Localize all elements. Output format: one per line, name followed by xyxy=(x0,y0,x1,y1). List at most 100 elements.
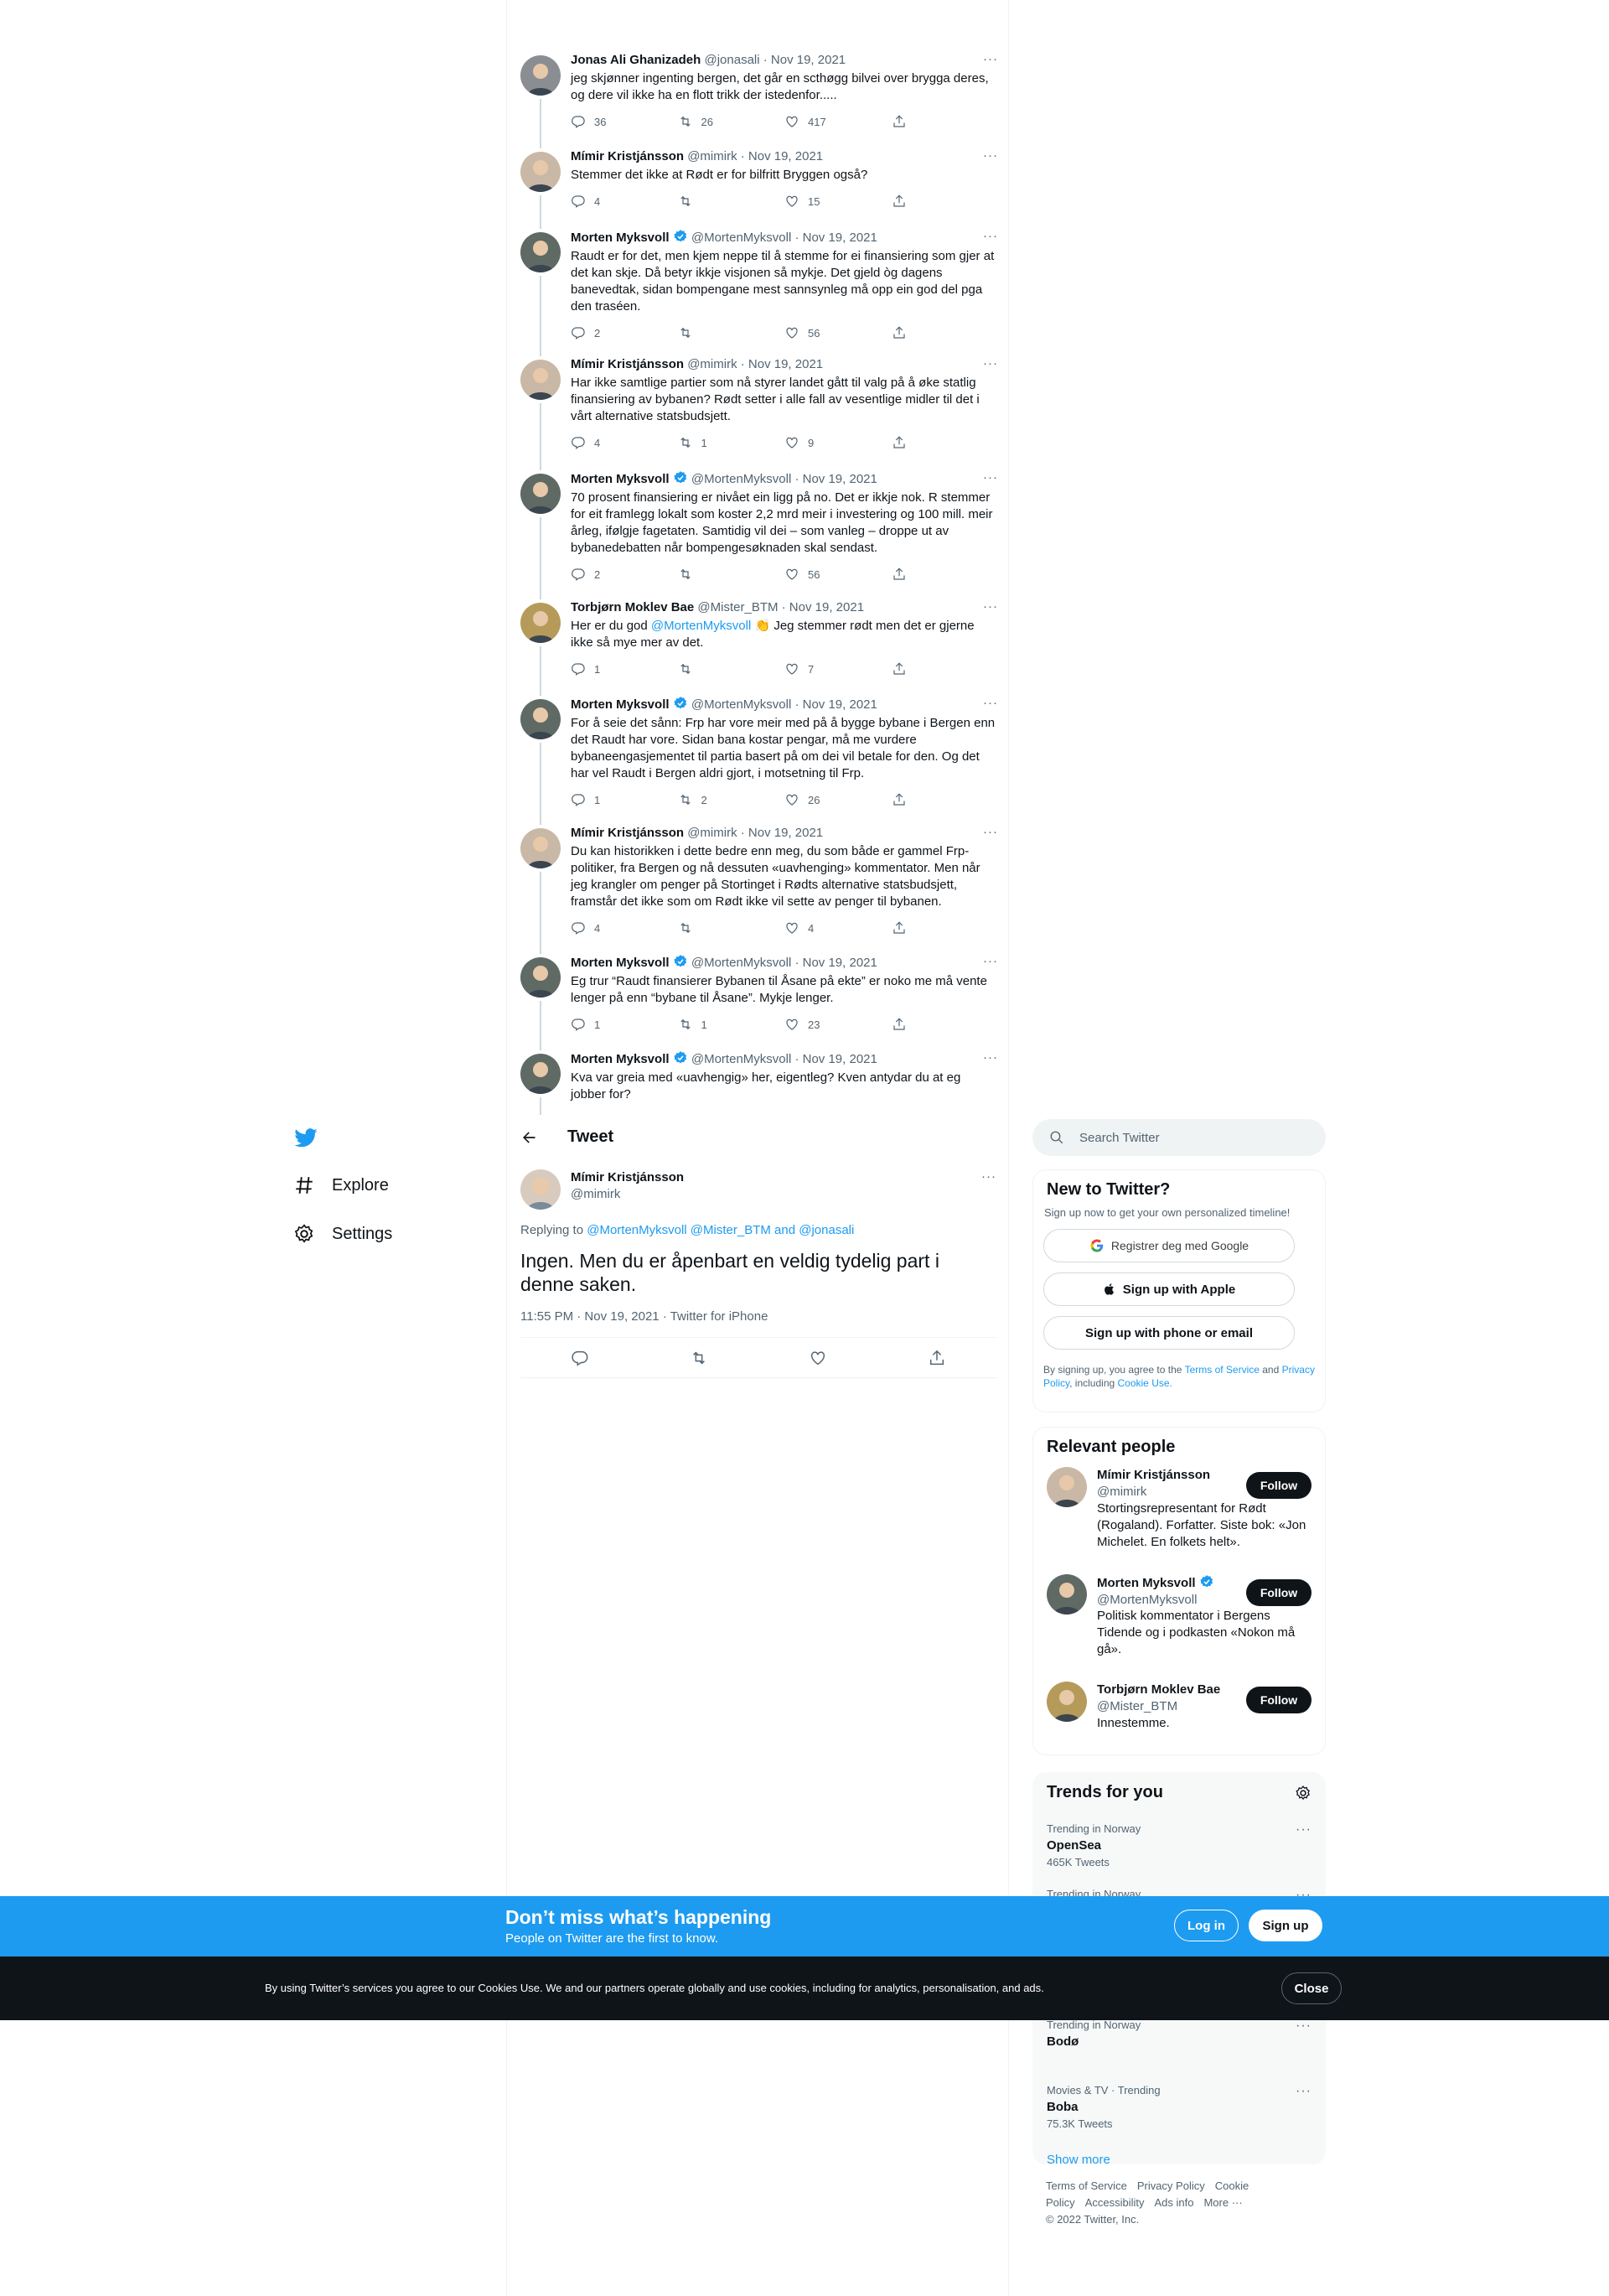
replying-mentions[interactable]: @MortenMyksvoll @Mister_BTM and @jonasal… xyxy=(587,1223,854,1237)
author-name[interactable]: Morten Myksvoll xyxy=(571,472,670,486)
author-name[interactable]: Morten Myksvoll xyxy=(571,1052,670,1066)
author-name[interactable]: Morten Myksvoll xyxy=(571,956,670,970)
share-button[interactable] xyxy=(892,920,999,936)
author-handle-date[interactable]: @jonasali · Nov 19, 2021 xyxy=(701,53,846,67)
person-handle[interactable]: @mimirk xyxy=(1097,1484,1210,1500)
more-icon[interactable]: ··· xyxy=(983,696,998,710)
like-button[interactable]: 4 xyxy=(784,920,892,936)
more-icon[interactable]: ··· xyxy=(983,229,998,243)
avatar[interactable] xyxy=(520,232,561,272)
avatar[interactable] xyxy=(520,828,561,868)
more-icon[interactable]: ··· xyxy=(981,1169,996,1184)
share-button[interactable] xyxy=(892,792,999,807)
author-handle-date[interactable]: @mimirk · Nov 19, 2021 xyxy=(684,357,823,371)
more-icon[interactable]: ··· xyxy=(1296,2019,1312,2034)
follow-button[interactable]: Follow xyxy=(1246,1472,1312,1499)
reply-button[interactable]: 1 xyxy=(571,792,678,807)
reply-icon[interactable] xyxy=(571,1349,589,1367)
share-button[interactable] xyxy=(892,435,999,450)
avatar[interactable] xyxy=(520,55,561,96)
follow-button[interactable]: Follow xyxy=(1246,1579,1312,1606)
phone-signup-button[interactable]: Sign up with phone or email xyxy=(1043,1316,1295,1350)
retweet-button[interactable] xyxy=(678,661,785,676)
signup-button[interactable]: Sign up xyxy=(1249,1910,1322,1941)
avatar[interactable] xyxy=(520,603,561,643)
login-button[interactable]: Log in xyxy=(1174,1910,1239,1941)
footer-link[interactable]: Accessibility xyxy=(1085,2196,1145,2209)
gear-icon[interactable] xyxy=(1295,1785,1312,1801)
person-handle[interactable]: @Mister_BTM xyxy=(1097,1698,1220,1715)
reply-button[interactable]: 1 xyxy=(571,1017,678,1032)
more-icon[interactable]: ··· xyxy=(983,825,998,839)
person-name[interactable]: Morten Myksvoll xyxy=(1097,1574,1214,1592)
author-name[interactable]: Mímir Kristjánsson xyxy=(571,357,684,371)
like-button[interactable]: 15 xyxy=(784,194,892,209)
person-name[interactable]: Torbjørn Moklev Bae xyxy=(1097,1682,1220,1698)
retweet-button[interactable]: 1 xyxy=(678,1017,785,1032)
avatar[interactable] xyxy=(520,1054,561,1094)
author-handle-date[interactable]: @Mister_BTM · Nov 19, 2021 xyxy=(694,600,864,614)
author-handle-date[interactable]: @MortenMyksvoll · Nov 19, 2021 xyxy=(688,1052,877,1066)
avatar[interactable] xyxy=(520,1169,561,1210)
more-icon[interactable]: ··· xyxy=(1296,1822,1312,1837)
avatar[interactable] xyxy=(520,152,561,192)
more-icon[interactable]: ··· xyxy=(1296,2084,1312,2099)
avatar[interactable] xyxy=(1047,1467,1087,1507)
relevant-person[interactable]: Torbjørn Moklev Bae @Mister_BTM Follow Inne… xyxy=(1033,1682,1325,1745)
avatar[interactable] xyxy=(1047,1574,1087,1614)
like-button[interactable]: 26 xyxy=(784,792,892,807)
retweet-button[interactable]: 2 xyxy=(678,792,785,807)
author-handle[interactable]: @mimirk xyxy=(571,1186,684,1203)
author-name[interactable]: Mímir Kristjánsson xyxy=(571,826,684,840)
retweet-button[interactable] xyxy=(678,567,785,582)
more-icon[interactable]: ··· xyxy=(983,356,998,371)
share-button[interactable] xyxy=(892,114,999,129)
author-handle-date[interactable]: @MortenMyksvoll · Nov 19, 2021 xyxy=(688,956,877,970)
thread-tweet[interactable]: Jonas Ali Ghanizadeh @jonasali · Nov 19,… xyxy=(507,52,1010,148)
mention-link[interactable]: @MortenMyksvoll xyxy=(651,619,751,633)
thread-tweet[interactable]: Morten Myksvoll @MortenMyksvoll · Nov 19… xyxy=(507,1050,1010,1115)
like-button[interactable]: 7 xyxy=(784,661,892,676)
more-icon[interactable]: ··· xyxy=(983,599,998,614)
more-icon[interactable]: ··· xyxy=(983,52,998,66)
reply-button[interactable]: 36 xyxy=(571,114,678,129)
like-button[interactable]: 56 xyxy=(784,325,892,340)
share-button[interactable] xyxy=(892,194,999,209)
thread-tweet[interactable]: Morten Myksvoll @MortenMyksvoll · Nov 19… xyxy=(507,229,1010,356)
author-handle-date[interactable]: @mimirk · Nov 19, 2021 xyxy=(684,149,823,163)
share-button[interactable] xyxy=(892,1017,999,1032)
author-name[interactable]: Morten Myksvoll xyxy=(571,697,670,712)
like-button[interactable]: 417 xyxy=(784,114,892,129)
relevant-person[interactable]: Mímir Kristjánsson @mimirk Follow Stortings… xyxy=(1033,1467,1325,1574)
nav-explore[interactable]: Explore xyxy=(293,1174,389,1196)
avatar[interactable] xyxy=(520,957,561,998)
avatar[interactable] xyxy=(1047,1682,1087,1722)
back-arrow-icon[interactable] xyxy=(520,1129,537,1146)
more-icon[interactable]: ··· xyxy=(983,148,998,163)
thread-tweet[interactable]: Morten Myksvoll @MortenMyksvoll · Nov 19… xyxy=(507,470,1010,599)
thread-tweet[interactable]: Mímir Kristjánsson @mimirk · Nov 19, 202… xyxy=(507,356,1010,470)
author-name[interactable]: Mímir Kristjánsson xyxy=(571,149,684,163)
author-handle-date[interactable]: @MortenMyksvoll · Nov 19, 2021 xyxy=(688,472,877,486)
person-handle[interactable]: @MortenMyksvoll xyxy=(1097,1592,1214,1609)
cookie-close-button[interactable]: Close xyxy=(1281,1972,1342,2004)
trend-item[interactable]: Trending in Norway OpenSea 465K Tweets ··· xyxy=(1033,1812,1325,1878)
follow-button[interactable]: Follow xyxy=(1246,1687,1312,1713)
avatar[interactable] xyxy=(520,699,561,739)
retweet-button[interactable]: 1 xyxy=(678,435,785,450)
reply-button[interactable]: 2 xyxy=(571,567,678,582)
author-name[interactable]: Torbjørn Moklev Bae xyxy=(571,600,694,614)
reply-button[interactable]: 1 xyxy=(571,661,678,676)
terms-link[interactable]: Terms of Service xyxy=(1185,1364,1260,1376)
retweet-button[interactable] xyxy=(678,194,785,209)
like-button[interactable]: 9 xyxy=(784,435,892,450)
like-icon[interactable] xyxy=(809,1349,827,1367)
cookie-link[interactable]: Cookie Use. xyxy=(1118,1377,1172,1389)
author-handle-date[interactable]: @MortenMyksvoll · Nov 19, 2021 xyxy=(688,697,877,712)
footer-link[interactable]: More ··· xyxy=(1203,2196,1242,2209)
more-icon[interactable]: ··· xyxy=(983,1050,998,1065)
person-name[interactable]: Mímir Kristjánsson xyxy=(1097,1467,1210,1484)
retweet-icon[interactable] xyxy=(690,1349,708,1367)
google-signup-button[interactable]: Registrer deg med Google xyxy=(1043,1229,1295,1262)
reply-button[interactable]: 4 xyxy=(571,194,678,209)
